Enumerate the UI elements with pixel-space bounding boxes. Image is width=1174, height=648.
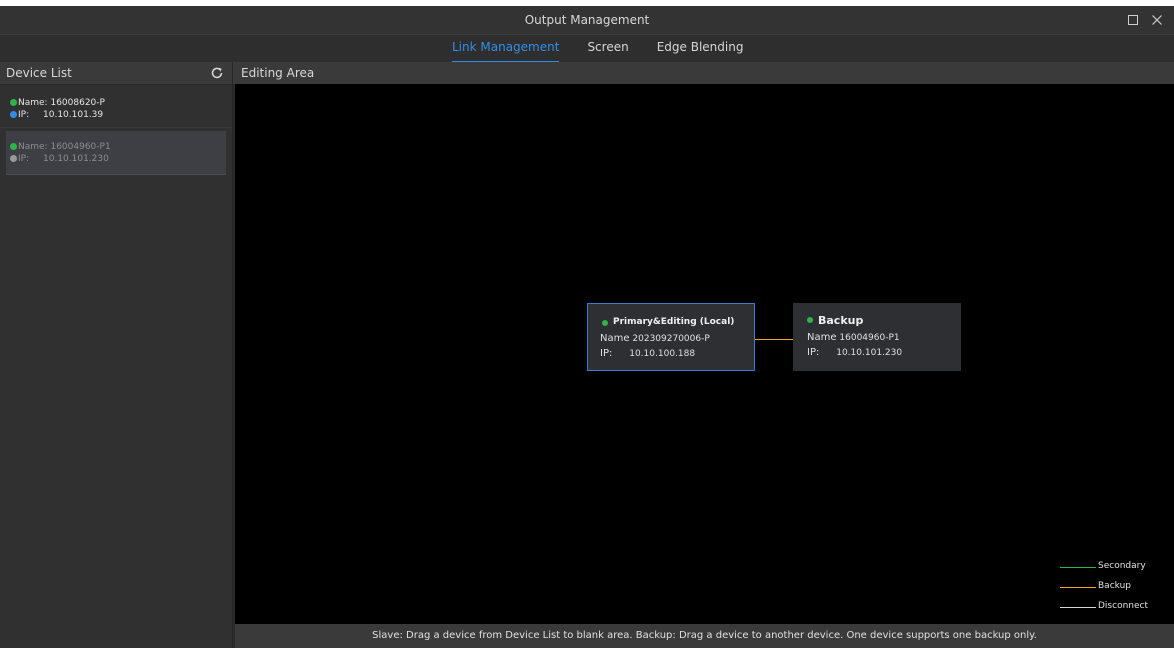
- status-dot-icon: [807, 317, 813, 323]
- device-name-row: Name: 16004960-P1: [10, 141, 226, 153]
- primary-device-node[interactable]: Primary&Editing (Local) Name 20230927000…: [587, 303, 755, 371]
- primary-node-title: Primary&Editing (Local): [613, 317, 735, 327]
- primary-ip-row: IP: 10.10.100.188: [600, 348, 695, 359]
- device-name-row: Name: 16008620-P: [10, 97, 232, 109]
- backup-name-row: Name 16004960-P1: [807, 332, 900, 343]
- title-bar: Output Management: [0, 6, 1174, 35]
- ip-dot-icon: [10, 111, 17, 118]
- legend-line-secondary: [1060, 567, 1096, 568]
- close-button[interactable]: [1150, 13, 1164, 27]
- backup-ip-value: 10.10.101.230: [836, 348, 903, 358]
- tab-screen[interactable]: Screen: [587, 35, 628, 62]
- legend-item: Secondary: [1054, 558, 1164, 578]
- editing-area-title: Editing Area: [241, 66, 315, 80]
- device-name-value: 16004960-P1: [50, 142, 111, 152]
- device-name-label: Name:: [18, 98, 48, 108]
- primary-name-label: Name: [600, 333, 630, 344]
- device-list-header: Device List: [0, 62, 232, 85]
- tabs: Link Management Screen Edge Blending: [452, 35, 771, 63]
- backup-ip-row: IP: 10.10.101.230: [807, 347, 902, 358]
- device-ip-label: IP:: [18, 110, 30, 120]
- device-ip-row: IP: 10.10.101.230: [10, 153, 226, 165]
- device-list-title: Device List: [6, 66, 72, 80]
- tab-edge-blending[interactable]: Edge Blending: [657, 35, 744, 62]
- refresh-icon[interactable]: [210, 66, 224, 80]
- device-ip-label: IP:: [18, 154, 30, 164]
- close-icon: [1152, 15, 1162, 25]
- device-name-value: 16008620-P: [50, 98, 105, 108]
- device-ip-row: IP: 10.10.101.39: [10, 109, 232, 121]
- backup-node-title: Backup: [818, 314, 864, 327]
- legend-label: Backup: [1098, 581, 1131, 591]
- legend-item: Backup: [1054, 578, 1164, 598]
- legend-line-backup: [1060, 587, 1096, 588]
- ip-dot-icon: [10, 155, 17, 162]
- primary-ip-value: 10.10.100.188: [629, 349, 696, 359]
- window-title: Output Management: [524, 13, 650, 27]
- backup-link-line: [755, 339, 793, 340]
- backup-name-value: 16004960-P1: [839, 333, 900, 343]
- legend-label: Secondary: [1098, 561, 1146, 571]
- legend-line-disconnect: [1060, 607, 1096, 608]
- editing-area-header: Editing Area: [233, 62, 1174, 84]
- primary-name-row: Name 202309270006-P: [600, 333, 710, 344]
- link-legend: Secondary Backup Disconnect: [1054, 558, 1164, 618]
- maximize-button[interactable]: [1126, 13, 1140, 27]
- device-name-label: Name:: [18, 142, 48, 152]
- device-ip-value: 10.10.101.230: [43, 154, 109, 164]
- primary-ip-label: IP:: [600, 348, 613, 359]
- primary-name-value: 202309270006-P: [632, 334, 710, 344]
- status-dot-icon: [10, 99, 17, 106]
- maximize-icon: [1128, 15, 1138, 25]
- tab-bar: Link Management Screen Edge Blending: [0, 35, 1174, 63]
- device-ip-value: 10.10.101.39: [43, 110, 104, 120]
- device-item[interactable]: Name: 16004960-P1 IP: 10.10.101.230: [6, 131, 226, 175]
- device-item[interactable]: Name: 16008620-P IP: 10.10.101.39: [0, 85, 232, 128]
- device-list-panel: Device List Name: 16008620-P IP: 10.10.1…: [0, 62, 233, 648]
- backup-device-node[interactable]: Backup Name 16004960-P1 IP: 10.10.101.23…: [793, 303, 961, 371]
- legend-item: Disconnect: [1054, 598, 1164, 618]
- legend-label: Disconnect: [1098, 601, 1148, 611]
- tab-link-management[interactable]: Link Management: [452, 35, 560, 63]
- editing-canvas[interactable]: Primary&Editing (Local) Name 20230927000…: [235, 84, 1174, 624]
- status-dot-icon: [10, 143, 17, 150]
- status-hint: Slave: Drag a device from Device List to…: [235, 624, 1174, 648]
- status-dot-icon: [602, 320, 608, 326]
- backup-name-label: Name: [807, 332, 837, 343]
- backup-ip-label: IP:: [807, 347, 820, 358]
- window-controls: [1126, 6, 1164, 34]
